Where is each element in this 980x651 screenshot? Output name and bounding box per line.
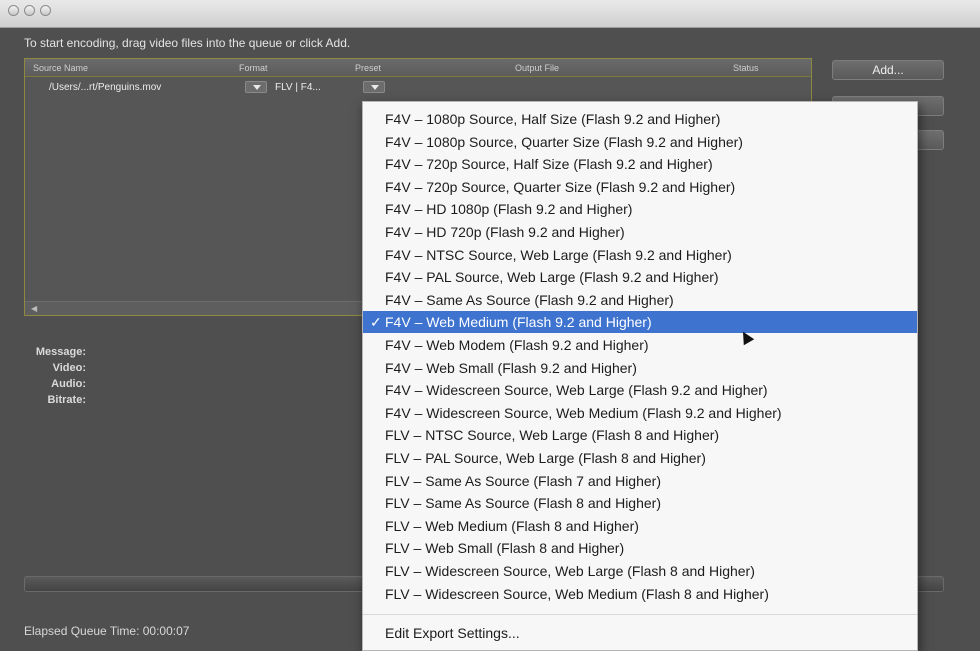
preset-menu-item-label: F4V – HD 720p (Flash 9.2 and Higher) [385, 224, 625, 240]
preset-menu-item[interactable]: FLV – Widescreen Source, Web Medium (Fla… [363, 583, 917, 605]
row-source: /Users/...rt/Penguins.mov [49, 82, 162, 93]
preset-menu-item-label: F4V – Same As Source (Flash 9.2 and High… [385, 291, 674, 308]
checkmark-icon: ✓ [370, 314, 382, 331]
preset-menu-item-label: F4V – Widescreen Source, Web Large (Flas… [385, 382, 768, 399]
preset-menu-item[interactable]: FLV – Same As Source (Flash 7 and Higher… [363, 470, 917, 492]
preset-menu-item[interactable]: F4V – NTSC Source, Web Large (Flash 9.2 … [363, 244, 917, 266]
queue-instruction: To start encoding, drag video files into… [24, 36, 351, 50]
window-titlebar [0, 0, 980, 28]
preset-menu-item[interactable]: F4V – Widescreen Source, Web Medium (Fla… [363, 402, 917, 424]
menu-separator [363, 614, 917, 615]
preset-menu-item[interactable]: F4V – 720p Source, Quarter Size (Flash 9… [363, 176, 917, 198]
column-output-file[interactable]: Output File [515, 63, 559, 73]
minimize-window-button[interactable] [24, 5, 35, 16]
preset-dropdown-menu[interactable]: Edit Export Settings... F4V – 1080p Sour… [362, 101, 918, 651]
zoom-window-button[interactable] [40, 5, 51, 16]
preset-menu-item[interactable]: FLV – Web Medium (Flash 8 and Higher) [363, 515, 917, 537]
preset-menu-item-label: FLV – Widescreen Source, Web Medium (Fla… [385, 585, 769, 602]
audio-label: Audio: [51, 378, 86, 390]
preset-menu-item[interactable]: F4V – Web Modem (Flash 9.2 and Higher) [363, 334, 917, 356]
queue-header: Source Name Format Preset Output File St… [25, 59, 811, 77]
preset-menu-item-label: FLV – NTSC Source, Web Large (Flash 8 an… [385, 427, 720, 444]
preset-menu-item-label: F4V – Widescreen Source, Web Medium (Fla… [385, 404, 782, 421]
encoding-info: Message: Video: Audio: Bitrate: [24, 346, 86, 410]
preset-menu-item-label: F4V – 720p Source, Quarter Size (Flash 9… [385, 178, 736, 195]
scroll-left-icon[interactable]: ◀ [31, 304, 37, 313]
preset-menu-item[interactable]: F4V – 1080p Source, Half Size (Flash 9.2… [363, 108, 917, 130]
column-source-name[interactable]: Source Name [33, 63, 88, 73]
preset-menu-item-label: FLV – PAL Source, Web Large (Flash 8 and… [385, 450, 706, 466]
preset-menu-item-label: F4V – PAL Source, Web Large (Flash 9.2 a… [385, 269, 719, 286]
preset-menu-item[interactable]: FLV – Same As Source (Flash 8 and Higher… [363, 492, 917, 514]
preset-menu-item-label: FLV – Same As Source (Flash 8 and Higher… [385, 495, 661, 512]
preset-menu-item-label: F4V – Web Medium (Flash 9.2 and Higher) [385, 314, 652, 331]
column-status[interactable]: Status [733, 63, 759, 73]
preset-menu-item[interactable]: F4V – Widescreen Source, Web Large (Flas… [363, 379, 917, 401]
preset-menu-item[interactable]: F4V – HD 1080p (Flash 9.2 and Higher) [363, 198, 917, 220]
preset-menu-item-label: F4V – 1080p Source, Half Size (Flash 9.2… [385, 111, 721, 127]
close-window-button[interactable] [8, 5, 19, 16]
preset-menu-item-label: FLV – Web Medium (Flash 8 and Higher) [385, 517, 639, 534]
preset-menu-item[interactable]: FLV – Web Small (Flash 8 and Higher) [363, 537, 917, 559]
preset-menu-item[interactable]: FLV – Widescreen Source, Web Large (Flas… [363, 560, 917, 582]
preset-menu-item-label: F4V – 720p Source, Half Size (Flash 9.2 … [385, 156, 713, 173]
bitrate-label: Bitrate: [47, 394, 86, 406]
preset-menu-item-label: FLV – Web Small (Flash 8 and Higher) [385, 540, 625, 557]
column-format[interactable]: Format [239, 63, 268, 73]
preset-menu-item-label: F4V – NTSC Source, Web Large (Flash 9.2 … [385, 246, 732, 263]
preset-menu-item[interactable]: F4V – 720p Source, Half Size (Flash 9.2 … [363, 153, 917, 175]
preset-menu-item-label: FLV – Same As Source (Flash 7 and Higher… [385, 472, 661, 489]
queue-row[interactable]: /Users/...rt/Penguins.mov FLV | F4... [25, 79, 811, 97]
column-preset[interactable]: Preset [355, 63, 381, 73]
elapsed-queue-time: Elapsed Queue Time: 00:00:07 [24, 624, 190, 638]
preset-menu-item[interactable]: F4V – 1080p Source, Quarter Size (Flash … [363, 131, 917, 153]
preset-menu-item[interactable]: ✓ F4V – Web Medium (Flash 9.2 and Higher) [363, 311, 917, 334]
add-button[interactable]: Add... [832, 60, 944, 80]
preset-menu-item[interactable]: FLV – PAL Source, Web Large (Flash 8 and… [363, 447, 917, 469]
preset-menu-item-label: F4V – Web Modem (Flash 9.2 and Higher) [385, 337, 649, 353]
message-label: Message: [35, 346, 86, 358]
preset-menu-item-label: F4V – 1080p Source, Quarter Size (Flash … [385, 133, 743, 150]
preset-dropdown-button[interactable] [363, 81, 385, 93]
preset-menu-item-label: F4V – HD 1080p (Flash 9.2 and Higher) [385, 201, 633, 218]
preset-menu-item[interactable]: F4V – Web Small (Flash 9.2 and Higher) [363, 357, 917, 379]
preset-menu-item[interactable]: F4V – PAL Source, Web Large (Flash 9.2 a… [363, 266, 917, 288]
edit-export-settings-item[interactable]: Edit Export Settings... [363, 622, 917, 644]
video-label: Video: [52, 362, 86, 374]
preset-menu-item[interactable]: F4V – Same As Source (Flash 9.2 and High… [363, 289, 917, 311]
preset-menu-item-label: F4V – Web Small (Flash 9.2 and Higher) [385, 359, 637, 376]
preset-menu-item[interactable]: F4V – HD 720p (Flash 9.2 and Higher) [363, 221, 917, 243]
preset-menu-item-label: FLV – Widescreen Source, Web Large (Flas… [385, 563, 755, 579]
preset-menu-item[interactable]: FLV – NTSC Source, Web Large (Flash 8 an… [363, 424, 917, 446]
row-format[interactable]: FLV | F4... [275, 82, 321, 93]
format-dropdown-button[interactable] [245, 81, 267, 93]
